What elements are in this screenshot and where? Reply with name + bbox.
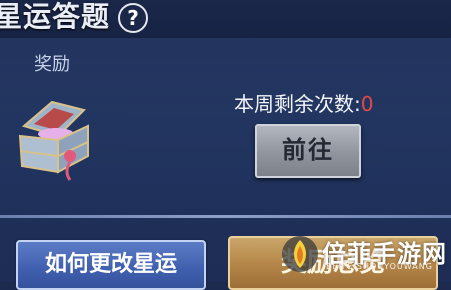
remaining-count-text: 本周剩余次数:0 (234, 88, 373, 117)
remaining-label: 本周剩余次数: (234, 92, 361, 116)
goto-button[interactable]: 前往 (255, 124, 361, 178)
remaining-count: 0 (360, 92, 374, 116)
reward-label: 奖励 (34, 54, 70, 75)
change-star-fortune-button[interactable]: 如何更改星运 (16, 240, 206, 290)
treasure-chest-icon (18, 100, 89, 181)
page-title: 星运答题 (0, 0, 111, 33)
help-button[interactable]: ? (118, 3, 148, 33)
header-bar: 星运答题 ? (0, 0, 451, 38)
divider (0, 215, 451, 218)
